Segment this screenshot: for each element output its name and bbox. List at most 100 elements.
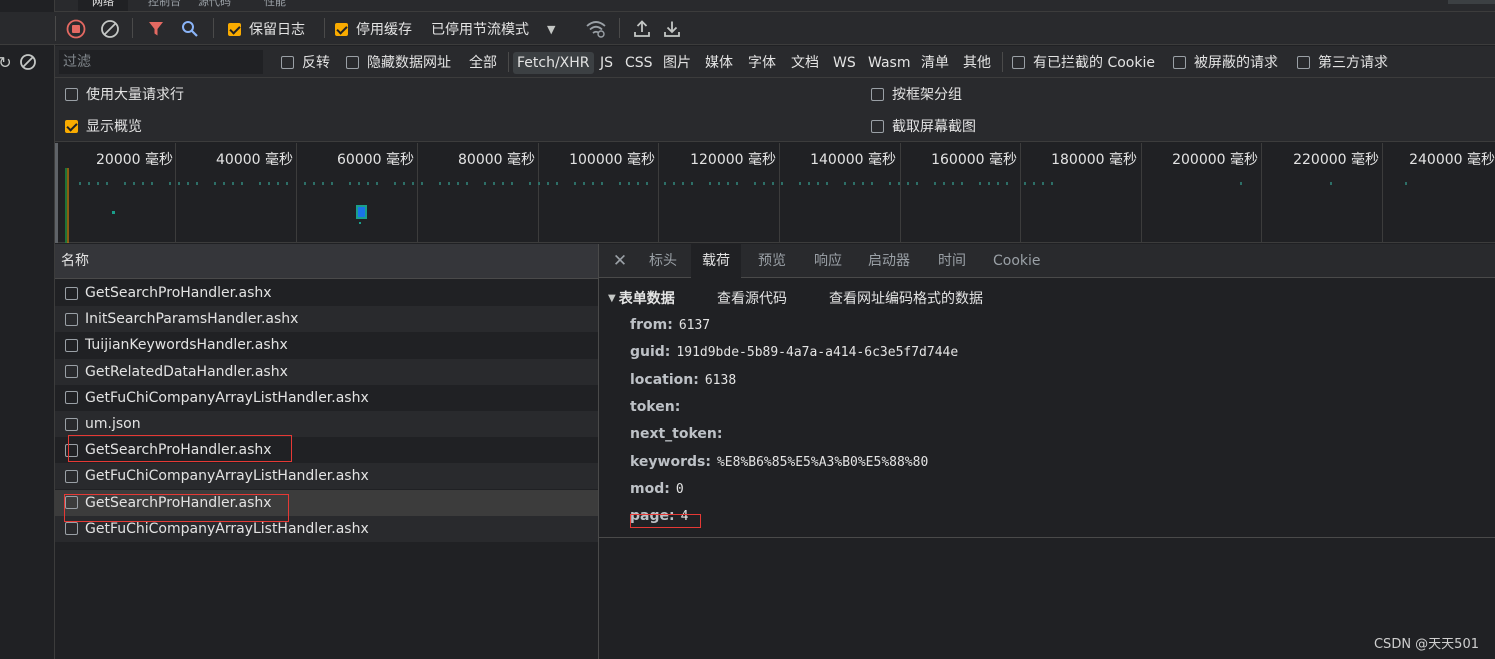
checkbox-unchecked[interactable] [65, 87, 78, 101]
stop-recording-icon[interactable] [65, 18, 87, 40]
checkbox-unchecked[interactable] [65, 469, 78, 483]
chevron-down-icon: ▼ [547, 22, 556, 36]
form-data-item[interactable]: page: 4 [630, 508, 688, 524]
checkbox-unchecked[interactable] [1173, 55, 1186, 69]
view-url-encoded-button[interactable]: 查看网址编码格式的数据 [829, 288, 983, 308]
checkbox-unchecked[interactable] [1297, 55, 1310, 69]
close-icon[interactable]: ✕ [611, 251, 629, 271]
form-data-key: location: [630, 371, 699, 388]
network-conditions-icon[interactable] [584, 18, 608, 40]
type-filter-js[interactable]: JS [596, 52, 617, 74]
reload-icon[interactable]: ↻ [0, 53, 12, 72]
tab-response[interactable]: 响应 [803, 244, 853, 278]
large-rows-label: 使用大量请求行 [86, 87, 184, 103]
hide-data-urls-checkbox[interactable]: 隐藏数据网址 [346, 52, 451, 72]
request-row[interactable]: GetSearchProHandler.ashx [55, 489, 598, 516]
type-filter-wasm[interactable]: Wasm [864, 52, 914, 74]
type-filter-fetch-xhr[interactable]: Fetch/XHR [513, 52, 594, 74]
form-data-item[interactable]: guid: 191d9bde-5b89-4a7a-a414-6c3e5f7d744… [630, 344, 958, 360]
form-data-item[interactable]: mod: 0 [630, 481, 684, 497]
type-filter-all[interactable]: 全部 [465, 52, 501, 74]
checkbox-unchecked[interactable] [346, 55, 359, 69]
type-filter-media[interactable]: 媒体 [701, 52, 737, 74]
tab-payload[interactable]: 载荷 [691, 244, 741, 278]
type-filter-other[interactable]: 其他 [959, 52, 995, 74]
checkbox-unchecked[interactable] [65, 522, 78, 536]
request-row[interactable]: TuijianKeywordsHandler.ashx [55, 332, 598, 359]
checkbox-unchecked[interactable] [281, 55, 294, 69]
checkbox-unchecked[interactable] [1012, 55, 1025, 69]
type-filter-ws[interactable]: WS [829, 52, 860, 74]
checkbox-unchecked[interactable] [871, 87, 884, 101]
capture-screenshots-checkbox[interactable]: 截取屏幕截图 [871, 116, 976, 136]
timeline-overview[interactable]: 20000 毫秒 40000 毫秒 60000 毫秒 80000 毫秒 1000… [55, 143, 1495, 243]
request-row[interactable]: GetFuChiCompanyArrayListHandler.ashx [55, 384, 598, 411]
checkbox-unchecked[interactable] [65, 391, 78, 405]
large-rows-checkbox[interactable]: 使用大量请求行 [65, 84, 184, 104]
divider [1002, 52, 1003, 72]
request-row[interactable]: GetFuChiCompanyArrayListHandler.ashx [55, 515, 598, 542]
view-source-button[interactable]: 查看源代码 [717, 288, 787, 308]
checkbox-unchecked[interactable] [65, 338, 78, 352]
show-overview-checkbox[interactable]: 显示概览 [65, 116, 142, 136]
form-data-item[interactable]: next_token: [630, 426, 729, 442]
tab-timing[interactable]: 时间 [927, 244, 977, 278]
preserve-log-checkbox[interactable]: 保留日志 [228, 19, 305, 39]
divider [132, 18, 133, 38]
blocked-cookies-checkbox[interactable]: 有已拦截的 Cookie [1012, 52, 1155, 72]
checkbox-unchecked[interactable] [65, 496, 78, 510]
request-row[interactable]: GetSearchProHandler.ashx [55, 437, 598, 464]
form-data-section-header[interactable]: ▼ 表单数据 [608, 288, 675, 308]
top-tab-bar: 元素 网络 控制台 源代码 性能 [0, 0, 1495, 12]
request-row[interactable]: GetSearchProHandler.ashx [55, 280, 598, 306]
invert-checkbox[interactable]: 反转 [281, 52, 330, 72]
request-name: GetSearchProHandler.ashx [85, 442, 272, 459]
clear-icon[interactable] [99, 18, 121, 40]
checkbox-checked[interactable] [65, 119, 78, 133]
form-data-item[interactable]: keywords: %E8%B6%85%E5%A3%B0%E5%88%80 [630, 454, 928, 470]
checkbox-unchecked[interactable] [65, 417, 78, 431]
blocked-requests-checkbox[interactable]: 被屏蔽的请求 [1173, 52, 1278, 72]
request-row[interactable]: GetFuChiCompanyArrayListHandler.ashx [55, 463, 598, 490]
type-filter-css[interactable]: CSS [621, 52, 657, 74]
type-filter-img[interactable]: 图片 [659, 52, 695, 74]
form-data-item[interactable]: from: 6137 [630, 317, 710, 333]
upload-icon[interactable] [631, 18, 653, 40]
tab-headers[interactable]: 标头 [638, 244, 688, 278]
download-icon[interactable] [661, 18, 683, 40]
tab-cookies[interactable]: Cookie [982, 244, 1052, 278]
checkbox-checked[interactable] [335, 22, 348, 36]
checkbox-unchecked[interactable] [65, 312, 78, 326]
type-filter-font[interactable]: 字体 [744, 52, 780, 74]
request-row[interactable]: um.json [55, 411, 598, 437]
checkbox-unchecked[interactable] [871, 119, 884, 133]
third-party-checkbox[interactable]: 第三方请求 [1297, 52, 1388, 72]
form-data-item[interactable]: token: [630, 399, 686, 415]
tab-sources[interactable]: 源代码 [198, 0, 231, 11]
tab-initiator[interactable]: 启动器 [857, 244, 921, 278]
group-by-frame-checkbox[interactable]: 按框架分组 [871, 84, 962, 104]
request-row[interactable]: InitSearchParamsHandler.ashx [55, 306, 598, 333]
tab-preview[interactable]: 预览 [747, 244, 797, 278]
tab-console[interactable]: 控制台 [148, 0, 181, 11]
top-right-control[interactable] [1448, 0, 1495, 4]
filter-icon[interactable] [145, 18, 167, 40]
throttling-select[interactable]: 已停用节流模式 ▼ [431, 19, 555, 39]
request-row[interactable]: GetRelatedDataHandler.ashx [55, 358, 598, 385]
block-icon[interactable] [18, 52, 38, 72]
disable-cache-checkbox[interactable]: 停用缓存 [335, 19, 412, 39]
checkbox-unchecked[interactable] [65, 286, 78, 300]
checkbox-unchecked[interactable] [65, 365, 78, 379]
checkbox-checked[interactable] [228, 22, 241, 36]
form-data-item[interactable]: location: 6138 [630, 372, 736, 388]
tab-performance[interactable]: 性能 [264, 0, 286, 11]
type-filter-manifest[interactable]: 清单 [917, 52, 953, 74]
tab-network-active[interactable]: 网络 [78, 0, 128, 11]
left-drawer-strip: ✕ ↻ [0, 0, 55, 659]
search-icon[interactable] [179, 18, 201, 40]
filter-input[interactable] [59, 50, 263, 74]
checkbox-unchecked[interactable] [65, 443, 78, 457]
type-filter-doc[interactable]: 文档 [787, 52, 823, 74]
form-data-key: keywords: [630, 453, 711, 470]
name-column-header[interactable]: 名称 [55, 244, 598, 279]
